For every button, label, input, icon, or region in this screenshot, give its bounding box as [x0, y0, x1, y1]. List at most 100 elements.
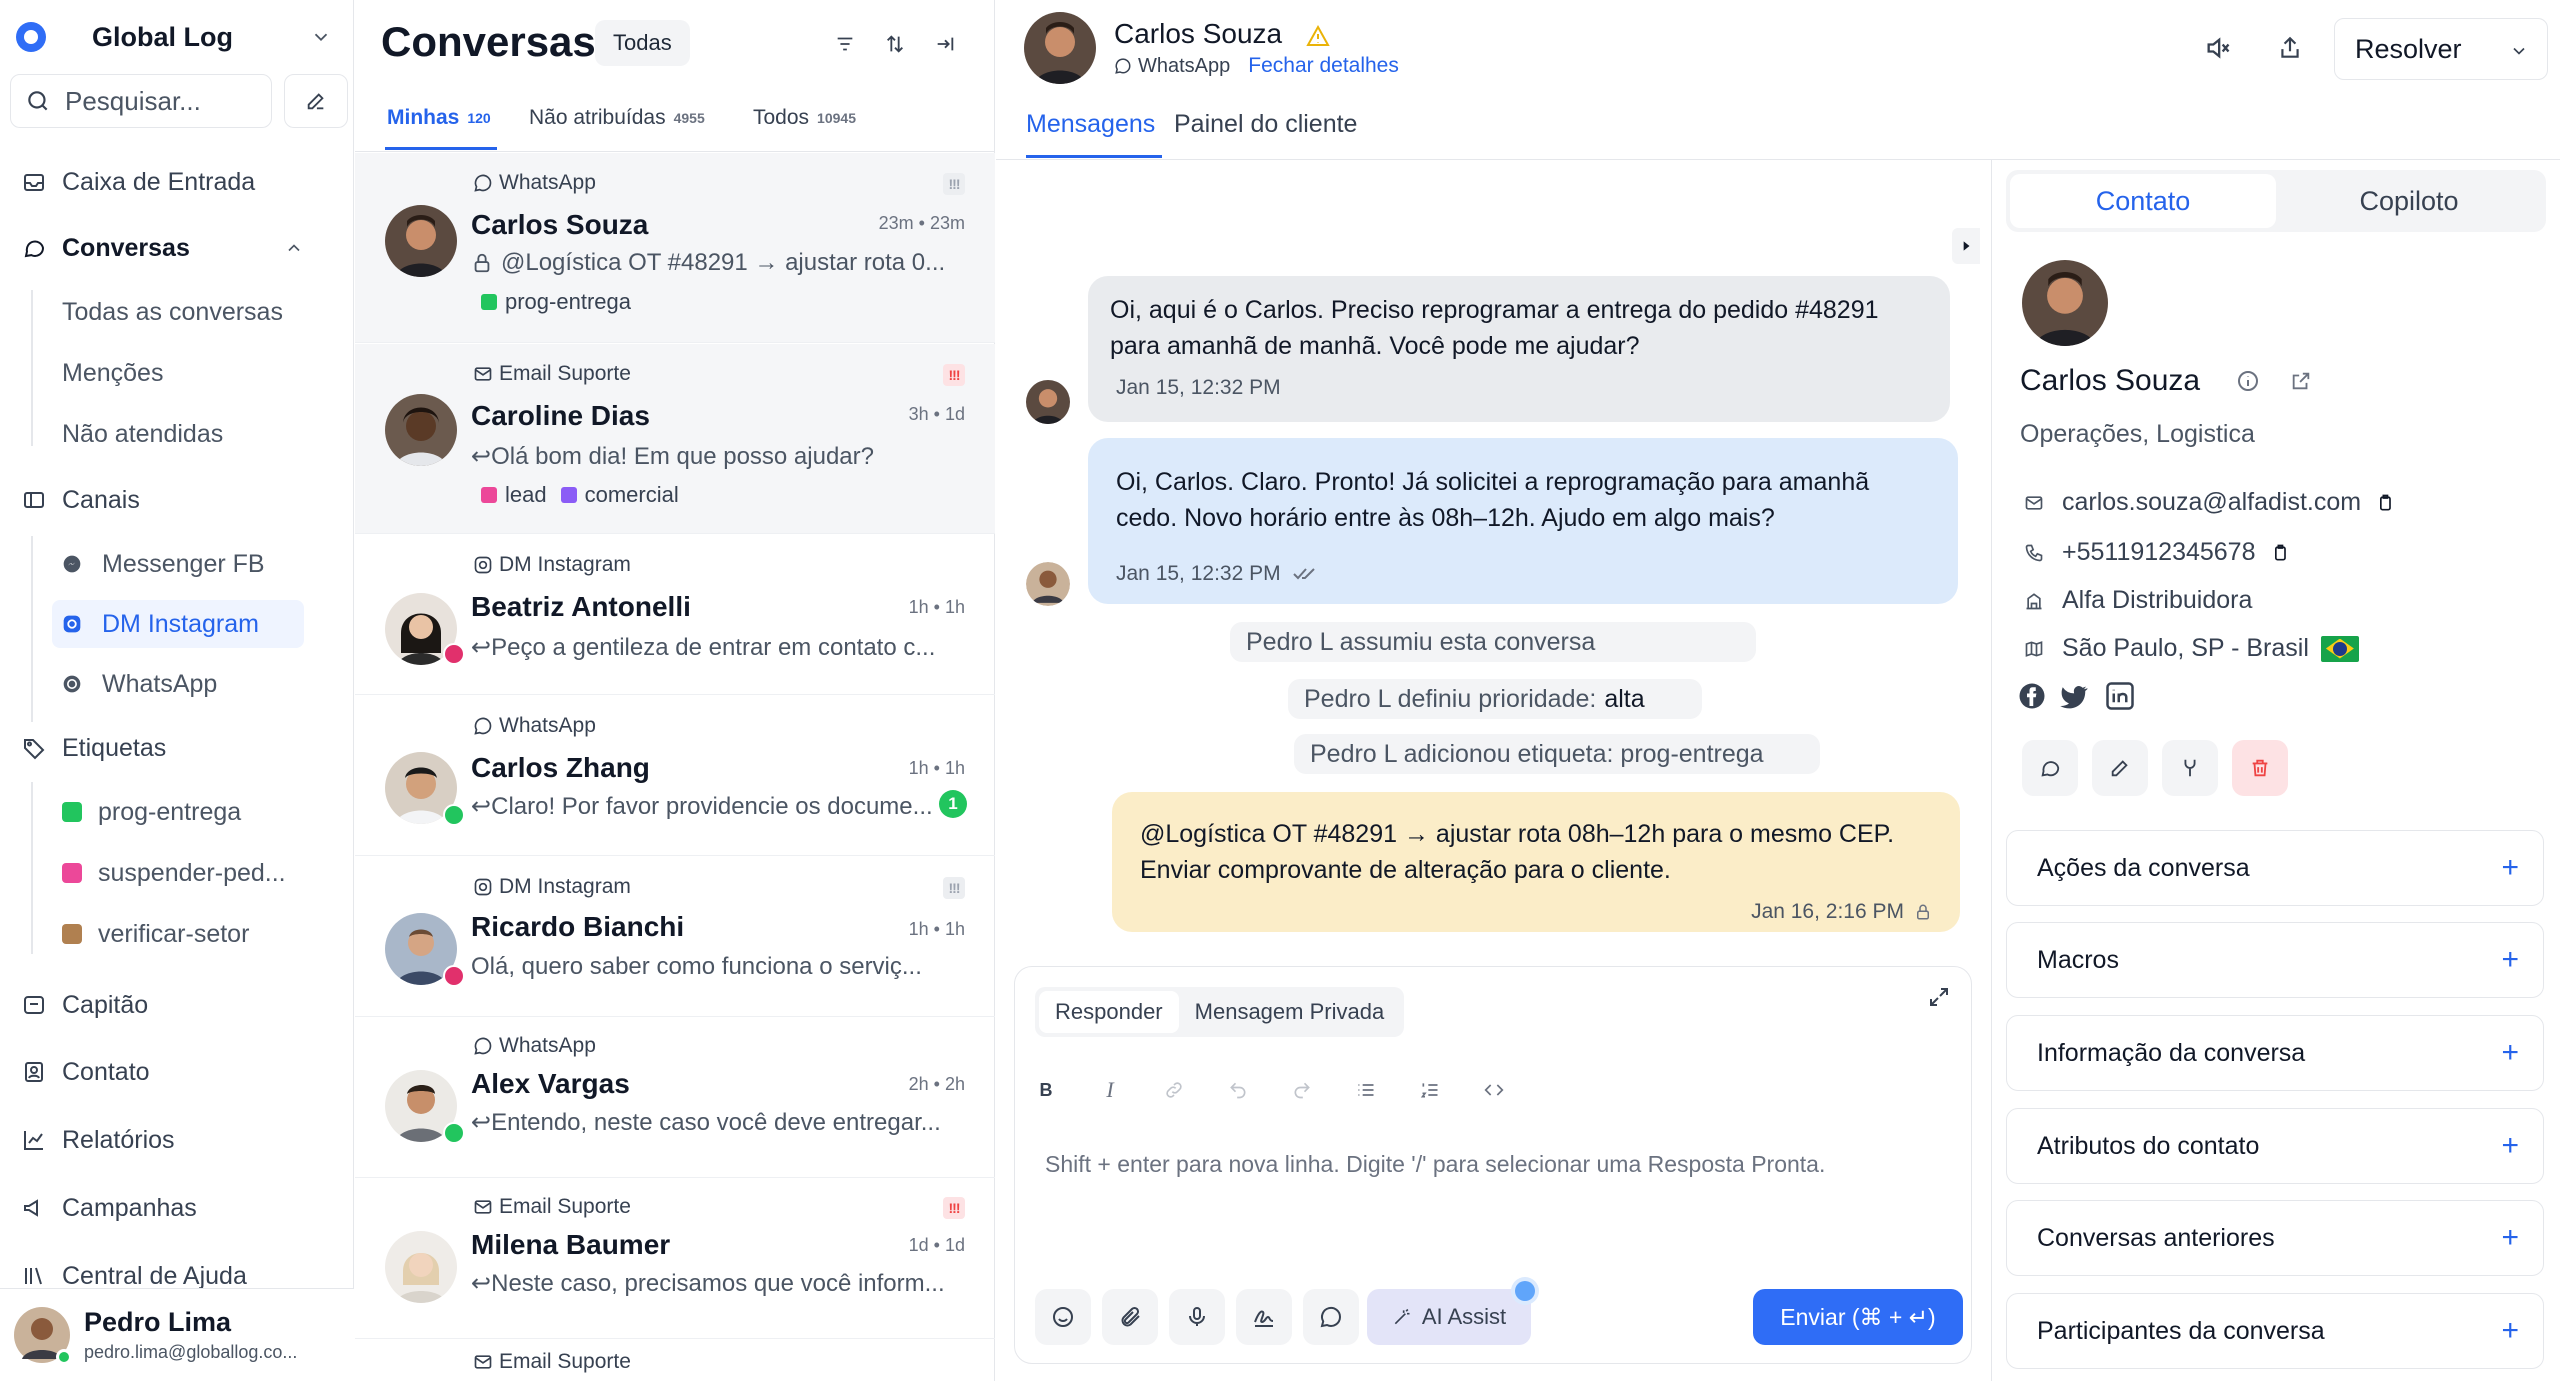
bullet-list-button[interactable]	[1351, 1075, 1381, 1105]
section-previous-conversations[interactable]: Conversas anteriores +	[2006, 1200, 2544, 1276]
section-macros[interactable]: Macros +	[2006, 922, 2544, 998]
emoji-button[interactable]	[1035, 1289, 1091, 1345]
label-suspender-pedido[interactable]: suspender-ped...	[62, 853, 286, 893]
edit-contact-button[interactable]	[2092, 740, 2148, 796]
nav-channels[interactable]: Canais	[20, 478, 140, 522]
new-message-button[interactable]	[2022, 740, 2078, 796]
channel-instagram[interactable]: DM Instagram	[52, 600, 304, 648]
tab-mine[interactable]: Minhas 120	[387, 106, 491, 130]
conversation-item[interactable]: Email Suporte !!! Milena Baumer 1d • 1d …	[355, 1179, 995, 1339]
expand-editor-button[interactable]	[1927, 985, 1951, 1009]
nav-captain[interactable]: Capitão	[20, 983, 148, 1027]
conversation-item[interactable]: Email Suporte	[355, 1340, 995, 1381]
section-conversation-info[interactable]: Informação da conversa +	[2006, 1015, 2544, 1091]
share-icon	[2277, 35, 2303, 61]
instagram-icon	[473, 877, 499, 897]
external-link-icon[interactable]	[2272, 370, 2312, 392]
status-filter-dropdown[interactable]: Todas	[595, 20, 690, 66]
arrow-right-to-line-icon	[934, 33, 956, 55]
ordered-list-button[interactable]	[1415, 1075, 1445, 1105]
voice-button[interactable]	[1169, 1289, 1225, 1345]
label-verificar-setor[interactable]: verificar-setor	[62, 914, 249, 954]
nav-all-conversations[interactable]: Todas as conversas	[62, 292, 283, 332]
tab-contact[interactable]: Contato	[2010, 174, 2276, 228]
share-button[interactable]	[2270, 28, 2310, 68]
contact-phone[interactable]: +5511912345678	[2022, 538, 2290, 567]
whatsapp-template-button[interactable]	[1303, 1289, 1359, 1345]
message-input[interactable]: Shift + enter para nova linha. Digite '/…	[1045, 1151, 1825, 1178]
conversation-item[interactable]: Email Suporte !!! Caroline Dias 3h • 1d …	[355, 344, 995, 534]
link-button[interactable]	[1159, 1075, 1189, 1105]
bold-button[interactable]: B	[1031, 1075, 1061, 1105]
section-contact-attributes[interactable]: Atributos do contato +	[2006, 1108, 2544, 1184]
redo-button[interactable]	[1287, 1075, 1317, 1105]
nav-mentions[interactable]: Menções	[62, 353, 163, 393]
ai-assist-button[interactable]: AI Assist	[1367, 1281, 1535, 1345]
filter-button[interactable]	[827, 26, 863, 62]
resolve-button[interactable]: Resolver	[2334, 18, 2548, 80]
channel-messenger[interactable]: Messenger FB	[62, 540, 265, 588]
nav-conversations[interactable]: Conversas	[20, 226, 190, 270]
sidebar: Global Log Pesquisar... Caixa de Entrada…	[0, 0, 354, 1381]
channel-name: WhatsApp	[499, 1034, 596, 1057]
priority-urgent-icon: !!!	[943, 364, 965, 386]
compose-button[interactable]	[284, 74, 348, 128]
tab-private-note[interactable]: Mensagem Privada	[1179, 991, 1401, 1033]
linkedin-icon[interactable]	[2104, 680, 2136, 712]
conversation-item[interactable]: DM Instagram !!! Ricardo Bianchi 1h • 1h…	[355, 857, 995, 1017]
conversation-item[interactable]: WhatsApp !!! Carlos Souza 23m • 23m @Log…	[355, 153, 995, 343]
channel-whatsapp[interactable]: WhatsApp	[62, 660, 217, 708]
label-name: verificar-setor	[98, 919, 250, 948]
undo-icon	[1228, 1080, 1248, 1100]
code-button[interactable]	[1479, 1075, 1509, 1105]
nav-inbox[interactable]: Caixa de Entrada	[20, 160, 255, 204]
instagram-badge-icon	[443, 643, 465, 665]
current-user[interactable]: Pedro Lima pedro.lima@globallog.co...	[0, 1288, 354, 1381]
nav-reports[interactable]: Relatórios	[20, 1118, 175, 1162]
merge-contact-button[interactable]	[2162, 740, 2218, 796]
tab-reply[interactable]: Responder	[1039, 991, 1179, 1033]
label-name: prog-entrega	[98, 797, 242, 826]
contact-email[interactable]: carlos.souza@alfadist.com	[2022, 488, 2395, 517]
tab-count: 120	[467, 110, 491, 126]
delete-contact-button[interactable]	[2232, 740, 2288, 796]
nav-unattended[interactable]: Não atendidas	[62, 414, 223, 454]
section-participants[interactable]: Participantes da conversa +	[2006, 1293, 2544, 1369]
copy-icon[interactable]	[2270, 543, 2290, 563]
undo-button[interactable]	[1223, 1075, 1253, 1105]
conversation-item[interactable]: WhatsApp Alex Vargas 2h • 2h ↩Entendo, n…	[355, 1018, 995, 1178]
tab-label: Minhas	[387, 106, 460, 129]
nav-campaigns[interactable]: Campanhas	[20, 1186, 197, 1230]
conversation-item[interactable]: DM Instagram Beatriz Antonelli 1h • 1h ↩…	[355, 535, 995, 695]
attach-button[interactable]	[1102, 1289, 1158, 1345]
italic-button[interactable]: I	[1095, 1075, 1125, 1105]
nav-labels[interactable]: Etiquetas	[20, 726, 166, 770]
preview-text: Entendo, neste caso você deve entregar..…	[491, 1109, 941, 1136]
twitter-icon[interactable]	[2058, 680, 2090, 712]
conversation-item[interactable]: WhatsApp Carlos Zhang 1h • 1h ↩Claro! Po…	[355, 696, 995, 856]
sort-button[interactable]	[877, 26, 913, 62]
facebook-icon[interactable]	[2016, 680, 2048, 712]
section-conversation-actions[interactable]: Ações da conversa +	[2006, 830, 2544, 906]
mail-icon	[473, 364, 499, 384]
workspace-switcher[interactable]: Global Log	[16, 14, 336, 60]
info-icon[interactable]	[2218, 369, 2260, 393]
chevron-up-icon[interactable]	[284, 238, 304, 258]
nav-contact[interactable]: Contato	[20, 1050, 150, 1094]
collapse-list-button[interactable]	[927, 26, 963, 62]
copy-icon[interactable]	[2375, 493, 2395, 513]
send-button[interactable]: Enviar (⌘ + ↵)	[1753, 1289, 1963, 1345]
assignment-tabs: Minhas 120 Não atribuídas 4955 Todos 10945	[355, 100, 995, 152]
toggle-panel-button[interactable]	[1952, 228, 1980, 264]
label-prog-entrega[interactable]: prog-entrega	[62, 792, 241, 832]
tab-all[interactable]: Todos 10945	[753, 106, 856, 130]
mute-button[interactable]	[2198, 28, 2238, 68]
activity-text: Pedro L assumiu esta conversa	[1246, 627, 1596, 656]
channel-name: WhatsApp	[499, 171, 596, 194]
tab-copilot[interactable]: Copiloto	[2276, 174, 2542, 228]
tab-unassigned[interactable]: Não atribuídas 4955	[529, 106, 705, 130]
signature-button[interactable]	[1236, 1289, 1292, 1345]
app-root: Global Log Pesquisar... Caixa de Entrada…	[0, 0, 2560, 1381]
label-chip: prog-entrega	[481, 289, 631, 315]
sidebar-search-input[interactable]: Pesquisar...	[10, 74, 272, 128]
